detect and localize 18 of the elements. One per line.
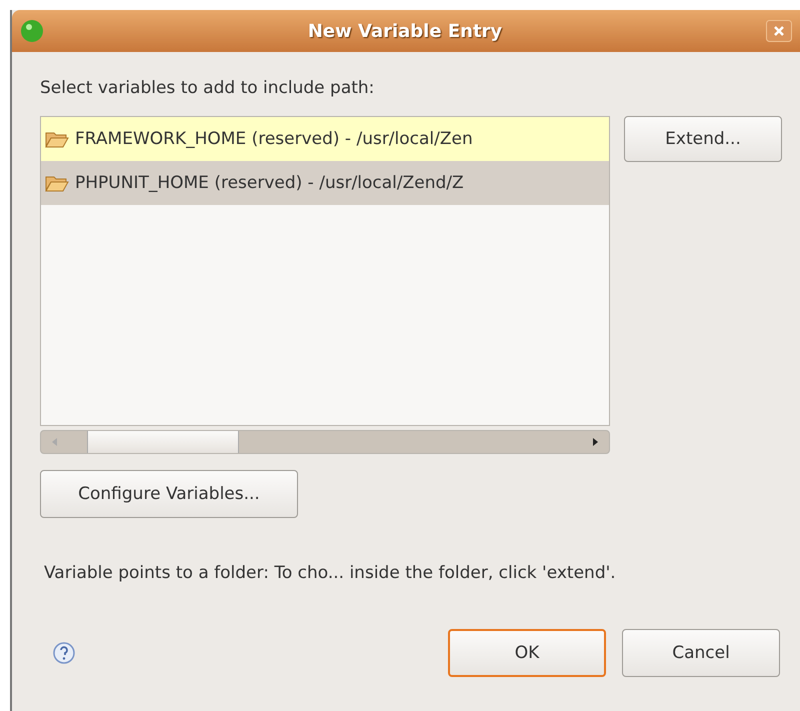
- variable-item[interactable]: FRAMEWORK_HOME (reserved) - /usr/local/Zen: [41, 117, 609, 161]
- prompt-label: Select variables to add to include path:: [40, 78, 376, 98]
- variable-label: PHPUNIT_HOME (reserved) - /usr/local/Zend/Z: [75, 173, 464, 193]
- horizontal-scrollbar[interactable]: [40, 430, 610, 454]
- app-orb-icon: [20, 19, 44, 43]
- variable-item[interactable]: PHPUNIT_HOME (reserved) - /usr/local/Zend/Z: [41, 161, 609, 205]
- variable-label: FRAMEWORK_HOME (reserved) - /usr/local/Zen: [75, 129, 473, 149]
- configure-variables-button[interactable]: Configure Variables...: [40, 470, 298, 518]
- folder-icon: [45, 130, 69, 148]
- scrollbar-thumb[interactable]: [87, 431, 239, 453]
- extend-button[interactable]: Extend...: [624, 116, 782, 162]
- folder-icon: [45, 174, 69, 192]
- help-icon[interactable]: [52, 641, 76, 665]
- ok-button[interactable]: OK: [448, 629, 606, 677]
- close-icon[interactable]: [766, 20, 792, 42]
- window-title: New Variable Entry: [306, 20, 504, 42]
- info-text: Variable points to a folder: To cho... inside the folder, click 'extend'.: [44, 563, 617, 583]
- cancel-button[interactable]: Cancel: [622, 629, 780, 677]
